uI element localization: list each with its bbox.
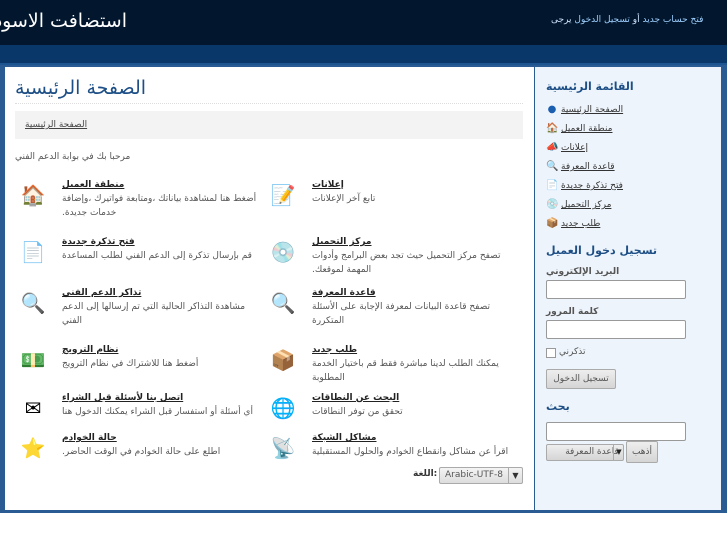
remember-checkbox[interactable]: [546, 348, 556, 358]
page-title: الصفحة الرئيسية: [15, 77, 147, 99]
password-field[interactable]: [546, 320, 686, 339]
feature-link[interactable]: البحث عن النطاقات: [312, 393, 399, 403]
sidebar-item-label: إعلانات: [561, 143, 588, 153]
welcome-text: مرحبا بك في بوابة الدعم الفني: [15, 152, 131, 162]
feature-link[interactable]: إعلانات: [312, 180, 344, 190]
star-icon: ⭐: [20, 436, 46, 460]
feature-description: تصفح قاعدة البيانات لمعرفة الإجابة على ا…: [312, 302, 491, 326]
header-links: فتح حساب جديد أو تسجيل الدخول يرجى: [551, 15, 703, 25]
go-button[interactable]: أذهب: [626, 441, 658, 463]
notepad-icon: 📝: [270, 183, 296, 207]
register-link[interactable]: فتح حساب جديد: [643, 15, 704, 25]
sidebar-item[interactable]: 🏠 منطقة العميل: [546, 123, 612, 135]
search-type-select[interactable]: قاعدة المعرفة ▼: [546, 444, 624, 461]
remember-label: تذكرني: [559, 347, 586, 357]
sidebar-item[interactable]: 💿 مركز التحميل: [546, 199, 611, 211]
sidebar-item-label: مركز التحميل: [561, 200, 612, 210]
feature-link[interactable]: نظام الترويج: [62, 345, 118, 355]
sidebar-item-label: طلب جديد: [561, 219, 601, 229]
house-icon: 🏠: [546, 123, 559, 134]
feature-link[interactable]: مركز التحميل: [312, 237, 372, 247]
title-divider: [15, 103, 523, 104]
nav-band: [0, 45, 727, 65]
box-icon: 📦: [546, 218, 559, 229]
search-input[interactable]: [546, 422, 686, 441]
site-title: استضافت الاسود: [0, 10, 127, 32]
prefix-text: يرجى: [551, 15, 572, 25]
feature-description: اطلع على حالة الخوادم في الوقت الحاضر.: [62, 447, 221, 457]
ticket-icon: 📄: [20, 240, 46, 264]
sidebar-item[interactable]: 📦 طلب جديد: [546, 218, 600, 230]
sidebar-item-label: منطقة العميل: [561, 124, 613, 134]
language-label: :اللغة: [413, 469, 438, 479]
announcement-icon: 📣: [546, 142, 559, 153]
main-content: الصفحة الرئيسية الصفحة الرئيسية مرحبا بك…: [5, 67, 534, 510]
house-icon: 🏠: [20, 183, 46, 207]
feature-description: اقرأ عن مشاكل وانقطاع الخوادم والحلول ال…: [312, 447, 509, 457]
chevron-down-icon: ▼: [508, 468, 522, 483]
magnifier-icon: 🔍: [270, 291, 296, 315]
feature-link[interactable]: تذاكر الدعم الفني: [62, 288, 141, 298]
email-label: البريد الإلكتروني: [546, 267, 620, 277]
right-border: [721, 65, 727, 513]
chevron-down-icon: ▼: [613, 445, 624, 460]
ticket-icon: 📄: [546, 180, 559, 191]
feature-description: تابع آخر الإعلانات: [312, 194, 376, 204]
login-title: تسجيل دخول العميل: [546, 244, 658, 257]
menu-title: القائمة الرئيسية: [546, 80, 634, 93]
sidebar-item[interactable]: 📄 فتح تذكرة جديدة: [546, 180, 623, 192]
sidebar-item[interactable]: 📣 إعلانات: [546, 142, 588, 154]
feature-link[interactable]: منطقة العميل: [62, 180, 124, 190]
language-value: Arabic-UTF-8: [445, 470, 504, 480]
feature-link[interactable]: فتح تذكرة جديدة: [62, 237, 135, 247]
feature-link[interactable]: مشاكل الشبكة: [312, 433, 377, 443]
mail-icon: ✉: [24, 396, 42, 420]
email-field[interactable]: [546, 280, 686, 299]
antenna-icon: 📡: [270, 436, 296, 460]
magnifier-doc-icon: 🔍: [20, 291, 46, 315]
login-button[interactable]: تسجيل الدخول: [546, 369, 616, 389]
globe-icon: 🌐: [270, 396, 296, 420]
header: استضافت الاسود فتح حساب جديد أو تسجيل ال…: [0, 0, 727, 45]
feature-description: مشاهدة التذاكر الحالية التي تم إرسالها إ…: [62, 302, 246, 326]
feature-description: قم بإرسال تذكرة إلى الدعم الفني لطلب الم…: [62, 251, 252, 261]
home-circle-icon: ●: [547, 104, 557, 115]
cd-icon: 💿: [270, 240, 296, 264]
breadcrumb-home[interactable]: الصفحة الرئيسية: [25, 120, 87, 130]
feature-description: أضغط هنا لمشاهدة بياناتك ،ومتابعة فواتير…: [62, 194, 257, 218]
feature-description: أضغط هنا للاشتراك في نظام الترويج: [62, 359, 199, 369]
money-icon: 💵: [20, 348, 46, 372]
feature-link[interactable]: اتصل بنا لأسئلة قبل الشراء: [62, 393, 183, 403]
magnifier-icon: 🔍: [546, 161, 559, 172]
sidebar: القائمة الرئيسية ● الصفحة الرئيسية 🏠 منطقة …: [535, 67, 721, 510]
sidebar-item-label: الصفحة الرئيسية: [561, 105, 624, 115]
cd-icon: 💿: [546, 199, 559, 210]
or-text: أو: [632, 15, 640, 25]
sidebar-item-label: قاعدة المعرفة: [561, 162, 615, 172]
feature-description: يمكنك الطلب لدينا مباشرة فقط قم باختيار …: [312, 359, 499, 383]
feature-link[interactable]: طلب جديد: [312, 345, 357, 355]
sidebar-item[interactable]: 🔍 قاعدة المعرفة: [546, 161, 615, 173]
search-type-value: قاعدة المعرفة: [565, 447, 619, 457]
feature-description: أي أسئلة أو استفسار قبل الشراء يمكنك الد…: [62, 407, 253, 417]
language-select[interactable]: Arabic-UTF-8 ▼: [439, 467, 523, 484]
box-icon: 📦: [270, 348, 296, 372]
feature-link[interactable]: حالة الخوادم: [62, 433, 117, 443]
feature-description: تحقق من توفر النطاقات: [312, 407, 403, 417]
login-link[interactable]: تسجيل الدخول: [574, 15, 629, 25]
feature-description: تصفح مركز التحميل حيث تجد بعض البرامج وأ…: [312, 251, 501, 275]
sidebar-item[interactable]: ● الصفحة الرئيسية: [546, 104, 623, 116]
breadcrumb: الصفحة الرئيسية: [15, 111, 523, 139]
password-label: كلمة المرور: [546, 307, 599, 317]
search-title: بحث: [546, 400, 570, 413]
sidebar-item-label: فتح تذكرة جديدة: [561, 181, 623, 191]
feature-link[interactable]: قاعدة المعرفة: [312, 288, 376, 298]
